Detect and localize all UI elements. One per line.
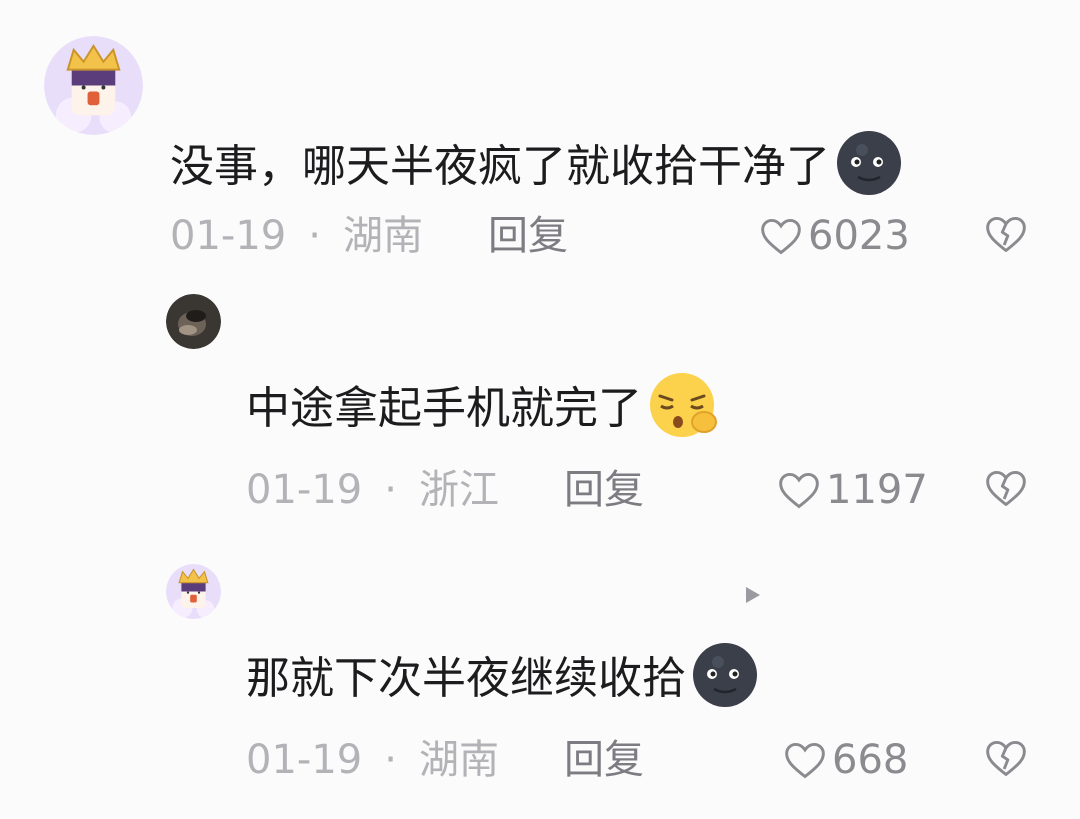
- heart-icon: [761, 218, 801, 255]
- like-button[interactable]: 668: [782, 738, 908, 782]
- avatar[interactable]: [166, 294, 221, 349]
- new-moon-face-icon: [690, 640, 760, 718]
- like-count: 6023: [808, 213, 910, 259]
- comment-meta: 01-19 · 湖南: [246, 740, 499, 780]
- dislike-button[interactable]: [983, 736, 1029, 784]
- reply-button[interactable]: 回复: [564, 470, 644, 510]
- play-arrow-icon[interactable]: [744, 585, 762, 609]
- comment-date: 01-19: [170, 213, 287, 259]
- like-button[interactable]: 1197: [776, 468, 928, 512]
- broken-heart-icon: [986, 740, 1026, 776]
- comment-text-content: 没事，哪天半夜疯了就收拾干净了: [170, 141, 830, 192]
- like-button[interactable]: 6023: [758, 214, 910, 258]
- avatar-image: [166, 294, 221, 349]
- separator-dot: ·: [308, 213, 321, 259]
- dislike-button[interactable]: [983, 212, 1029, 260]
- new-moon-face-icon: [834, 128, 904, 206]
- heart-icon: [779, 472, 819, 509]
- separator-dot: ·: [384, 737, 397, 783]
- comment-text: 中途拿起手机就完了: [246, 370, 722, 448]
- reply-button[interactable]: 回复: [564, 740, 644, 780]
- comment-location: 浙江: [418, 467, 499, 513]
- comment-location: 湖南: [418, 737, 499, 783]
- separator-dot: ·: [384, 467, 397, 513]
- comment-text: 那就下次半夜继续收拾: [246, 640, 760, 718]
- avatar-image: [166, 564, 221, 619]
- reply-button[interactable]: 回复: [488, 216, 568, 256]
- comment-date: 01-19: [246, 737, 363, 783]
- comment-location: 湖南: [342, 213, 423, 259]
- comment-meta: 01-19 · 浙江: [246, 470, 499, 510]
- heart-icon: [785, 742, 825, 779]
- comment-date: 01-19: [246, 467, 363, 513]
- broken-heart-icon: [986, 470, 1026, 506]
- comment-meta: 01-19 · 湖南: [170, 216, 423, 256]
- avatar[interactable]: [166, 564, 221, 619]
- comment-text-content: 中途拿起手机就完了: [246, 383, 642, 434]
- like-count: 1197: [826, 467, 928, 513]
- comment-text: 没事，哪天半夜疯了就收拾干净了: [170, 128, 904, 206]
- avatar-image: [44, 36, 143, 135]
- comment-text-content: 那就下次半夜继续收拾: [246, 653, 686, 704]
- avatar[interactable]: [44, 36, 143, 135]
- sleepy-face-icon: [646, 370, 722, 448]
- broken-heart-icon: [986, 216, 1026, 252]
- dislike-button[interactable]: [983, 466, 1029, 514]
- like-count: 668: [832, 737, 909, 783]
